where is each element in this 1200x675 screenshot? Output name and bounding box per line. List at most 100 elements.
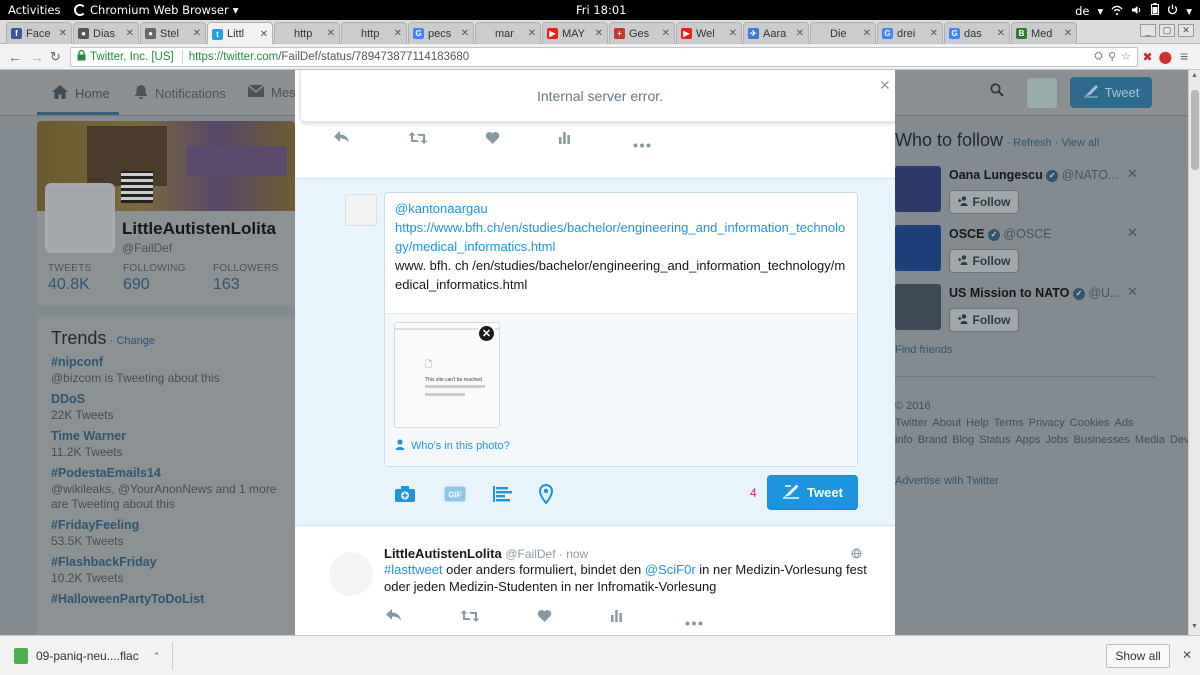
maximize-button[interactable]: ▢ xyxy=(1159,24,1175,37)
tab-close-icon[interactable]: ✕ xyxy=(461,28,469,39)
browser-tab[interactable]: http ✕ xyxy=(274,22,340,44)
profile-name[interactable]: LittleAutistenLolita xyxy=(122,219,276,239)
refresh-link[interactable]: Refresh xyxy=(1013,137,1052,149)
tweet-author-avatar[interactable] xyxy=(329,552,373,596)
tab-close-icon[interactable]: ✕ xyxy=(126,28,134,39)
retweet-icon[interactable] xyxy=(408,131,428,150)
back-arrow-icon[interactable]: ← xyxy=(8,49,22,65)
zoom-icon[interactable]: ⚲ xyxy=(1108,50,1116,63)
close-icon[interactable]: ✕ xyxy=(1182,648,1192,662)
tweet-author-handle[interactable]: @FailDef · now xyxy=(505,547,588,561)
tab-close-icon[interactable]: ✕ xyxy=(997,28,1005,39)
tab-close-icon[interactable]: ✕ xyxy=(1064,28,1072,39)
tab-close-icon[interactable]: ✕ xyxy=(193,28,201,39)
dismiss-suggestion-close-icon[interactable]: ✕ xyxy=(1127,284,1138,300)
clock[interactable]: Fri 18:01 xyxy=(576,3,627,17)
dismiss-suggestion-close-icon[interactable]: ✕ xyxy=(1127,225,1138,241)
browser-tab[interactable]: Gpecs ✕ xyxy=(408,22,474,44)
reply-icon[interactable] xyxy=(333,130,350,149)
bookmark-star-icon[interactable]: ☆ xyxy=(1121,50,1131,63)
chrome-menu-icon[interactable]: ≡ xyxy=(1180,48,1188,64)
scrollbar-thumb[interactable] xyxy=(1191,90,1199,170)
stat-followers[interactable]: FOLLOWERS 163 xyxy=(213,263,279,294)
nav-notifications[interactable]: Notifications xyxy=(133,84,226,103)
tab-close-icon[interactable]: ✕ xyxy=(930,28,938,39)
composer-text[interactable]: @kantonaargau https://www.bfh.ch/en/stud… xyxy=(395,199,850,294)
trend-item[interactable]: #FridayFeeling 53.5K Tweets xyxy=(51,518,281,549)
trend-item[interactable]: #nipconf @bizcom is Tweeting about this xyxy=(51,355,281,386)
browser-tab[interactable]: B Med ✕ xyxy=(1011,22,1077,44)
follow-button[interactable]: Follow xyxy=(949,190,1019,214)
footer-link[interactable]: Brand xyxy=(918,434,947,446)
location-icon[interactable] xyxy=(534,483,558,505)
nav-home[interactable]: Home xyxy=(51,84,110,103)
camera-icon[interactable] xyxy=(393,483,417,505)
analytics-icon[interactable] xyxy=(558,131,571,149)
tag-people-link[interactable]: Who's in this photo? xyxy=(395,439,510,453)
tab-close-icon[interactable]: ✕ xyxy=(662,28,670,39)
poll-icon[interactable] xyxy=(491,483,515,505)
browser-tab[interactable]: ● Stel ✕ xyxy=(140,22,206,44)
trend-name[interactable]: #FridayFeeling xyxy=(51,518,281,532)
forward-arrow-icon[interactable]: → xyxy=(30,49,44,65)
browser-tab[interactable]: f Face ✕ xyxy=(6,22,72,44)
search-icon[interactable] xyxy=(990,83,1004,100)
footer-link[interactable]: © 2016 Twitter xyxy=(895,400,931,429)
trend-name[interactable]: #HalloweenPartyToDoList xyxy=(51,592,281,606)
tab-close-icon[interactable]: ✕ xyxy=(528,28,536,39)
tab-close-icon[interactable]: ✕ xyxy=(729,28,737,39)
tweet-item[interactable]: LittleAutistenLolita @FailDef · now #las… xyxy=(295,538,895,635)
tab-close-icon[interactable]: ✕ xyxy=(863,28,871,39)
browser-tab[interactable]: ▶ MAY ✕ xyxy=(542,22,608,44)
address-bar[interactable]: Twitter, Inc. [US] https://twitter.com /… xyxy=(70,47,1138,67)
tweet-composer[interactable]: @kantonaargau https://www.bfh.ch/en/stud… xyxy=(384,192,858,467)
advertise-link[interactable]: Advertise with Twitter xyxy=(895,475,999,487)
suggested-user-avatar[interactable] xyxy=(895,166,941,212)
trend-name[interactable]: #PodestaEmails14 xyxy=(51,466,281,480)
more-icon[interactable] xyxy=(685,613,703,631)
browser-tab[interactable]: http ✕ xyxy=(341,22,407,44)
footer-link[interactable]: Developers xyxy=(1170,434,1188,446)
trend-name[interactable]: DDoS xyxy=(51,392,281,406)
reload-icon[interactable]: ↻ xyxy=(50,49,61,65)
trend-name[interactable]: #nipconf xyxy=(51,355,281,369)
tab-close-icon[interactable]: ✕ xyxy=(260,29,268,40)
tab-close-icon[interactable]: ✕ xyxy=(394,28,402,39)
keyboard-layout[interactable]: de xyxy=(1075,4,1089,18)
tweet-submit-button[interactable]: Tweet xyxy=(767,475,858,510)
mention-link[interactable]: @SciF0r xyxy=(645,562,696,577)
composer-mention[interactable]: @kantonaargau xyxy=(395,199,850,218)
app-menu[interactable]: Chromium Web Browser ▾ xyxy=(74,3,238,17)
suggested-user-name[interactable]: OSCE ✓ @OSCE xyxy=(949,227,1052,241)
browser-tab[interactable]: ● Dias ✕ xyxy=(73,22,139,44)
follow-button[interactable]: Follow xyxy=(949,308,1019,332)
remove-image-close-icon[interactable]: ✕ xyxy=(477,324,496,343)
more-icon[interactable] xyxy=(633,135,651,153)
extension-icon[interactable]: ✖ xyxy=(1143,50,1153,64)
trend-name[interactable]: Time Warner xyxy=(51,429,281,443)
footer-link[interactable]: Terms xyxy=(994,417,1024,429)
tab-close-icon[interactable]: ✕ xyxy=(327,28,335,39)
footer-link[interactable]: Apps xyxy=(1015,434,1040,446)
close-window-button[interactable]: ✕ xyxy=(1178,24,1194,37)
footer-link[interactable]: Help xyxy=(966,417,989,429)
browser-tab[interactable]: Gdas ✕ xyxy=(944,22,1010,44)
trend-item[interactable]: #FlashbackFriday 10.2K Tweets xyxy=(51,555,281,586)
footer-link[interactable]: Status xyxy=(979,434,1010,446)
minimize-button[interactable]: _ xyxy=(1140,24,1156,37)
hashtag-link[interactable]: #lasttweet xyxy=(384,562,443,577)
page-scrollbar[interactable]: ▲ ▼ xyxy=(1188,70,1200,635)
activities-button[interactable]: Activities xyxy=(8,3,60,17)
profile-avatar[interactable] xyxy=(45,183,115,253)
trend-item[interactable]: #HalloweenPartyToDoList xyxy=(51,592,281,606)
reply-icon[interactable] xyxy=(385,608,402,627)
tab-close-icon[interactable]: ✕ xyxy=(796,28,804,39)
browser-tab[interactable]: Gdrei ✕ xyxy=(877,22,943,44)
download-item[interactable]: 09-paniq-neu....flac ⌃ xyxy=(8,642,173,670)
tweet-author-name[interactable]: LittleAutistenLolita @FailDef · now xyxy=(384,546,588,561)
browser-tab[interactable]: mar ✕ xyxy=(475,22,541,44)
analytics-icon[interactable] xyxy=(610,609,623,627)
footer-link[interactable]: Media xyxy=(1135,434,1165,446)
footer-link[interactable]: Blog xyxy=(952,434,974,446)
ublock-icon[interactable]: ⬤ xyxy=(1159,50,1172,64)
